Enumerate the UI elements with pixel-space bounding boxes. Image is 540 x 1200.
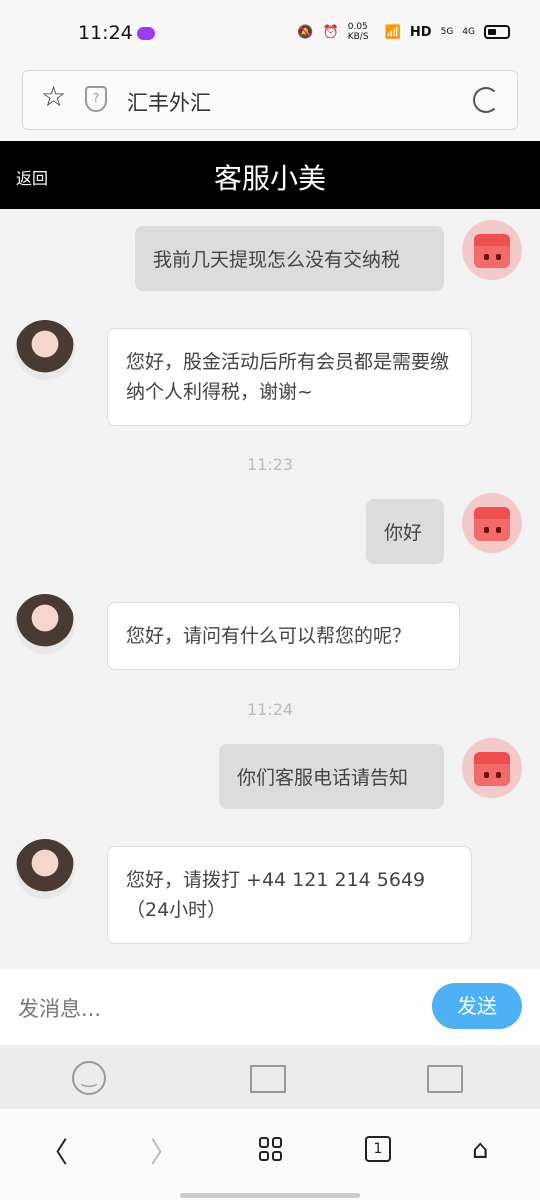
- message-text: 你好: [384, 522, 423, 544]
- mute-icon: 🔕: [297, 24, 314, 40]
- message-input-bar: 发消息... 发送: [0, 969, 540, 1045]
- my-message-bubble: 你们客服电话请告知: [219, 744, 444, 809]
- signal-4g: 4G: [462, 27, 475, 37]
- agent-avatar[interactable]: [15, 594, 75, 654]
- message-text: 你们客服电话请告知: [237, 767, 409, 789]
- agent-avatar[interactable]: [15, 320, 75, 380]
- wifi-icon: 📶: [384, 24, 401, 40]
- back-icon[interactable]: 〈: [40, 1131, 68, 1171]
- agent-message-bubble: 您好，请拨打 +44 121 214 5649（24小时）: [107, 846, 472, 944]
- forward-icon[interactable]: 〉: [150, 1131, 178, 1171]
- security-shield-icon[interactable]: ?: [85, 86, 107, 112]
- bookmark-star-icon[interactable]: ☆: [41, 83, 66, 111]
- agent-message-bubble: 您好，请问有什么可以帮您的呢？: [107, 602, 460, 670]
- emoji-icon[interactable]: [72, 1061, 106, 1095]
- my-avatar[interactable]: [462, 493, 522, 553]
- message-input[interactable]: 发消息...: [18, 993, 101, 1023]
- my-avatar[interactable]: [462, 220, 522, 280]
- menu-grid-icon[interactable]: [259, 1137, 283, 1161]
- timestamp: 11:23: [246, 455, 294, 474]
- image-icon[interactable]: [250, 1065, 286, 1093]
- agent-avatar[interactable]: [15, 839, 75, 899]
- chat-header: 返回 客服小美: [0, 141, 540, 209]
- status-icons: 🔕 ⏰ 0.05 KB/S 📶 HD 5G 4G: [297, 22, 510, 42]
- signal-5g: 5G: [440, 27, 454, 37]
- hd-label: HD: [409, 24, 432, 40]
- chat-title: 客服小美: [213, 162, 326, 195]
- my-message-bubble: 你好: [366, 499, 444, 564]
- chat-area[interactable]: 我前几天提现怎么没有交纳税 您好，股金活动后所有会员都是需要缴纳个人利得税，谢谢…: [0, 209, 540, 969]
- message-text: 您好，请拨打 +44 121 214 5649（24小时）: [126, 869, 426, 921]
- my-avatar[interactable]: [462, 738, 522, 798]
- folder-icon[interactable]: [427, 1065, 463, 1093]
- agent-message-bubble: 您好，股金活动后所有会员都是需要缴纳个人利得税，谢谢~: [107, 328, 472, 426]
- message-text: 您好，请问有什么可以帮您的呢？: [126, 625, 412, 647]
- reload-icon[interactable]: [473, 87, 499, 113]
- status-time: 11:24: [78, 22, 133, 44]
- battery-icon: [484, 25, 510, 39]
- status-bar: 11:24 🔕 ⏰ 0.05 KB/S 📶 HD 5G 4G: [0, 0, 540, 66]
- timestamp: 11:24: [246, 700, 294, 719]
- message-text: 您好，股金活动后所有会员都是需要缴纳个人利得税，谢谢~: [126, 351, 450, 403]
- browser-address-area: ☆ ? 汇丰外汇: [0, 66, 540, 142]
- send-button[interactable]: 发送: [432, 983, 522, 1029]
- alarm-icon: ⏰: [322, 24, 339, 40]
- page-title-url[interactable]: 汇丰外汇: [127, 87, 211, 117]
- my-message-bubble: 我前几天提现怎么没有交纳税: [135, 226, 444, 291]
- message-text: 我前几天提现怎么没有交纳税: [153, 249, 401, 271]
- app-notification-icon: [137, 27, 155, 40]
- home-icon[interactable]: ⌂: [472, 1135, 489, 1165]
- net-speed: 0.05 KB/S: [347, 22, 369, 42]
- address-bar[interactable]: ☆ ? 汇丰外汇: [22, 70, 518, 130]
- browser-bottom-nav: 〈 〉 1 ⌂: [0, 1109, 540, 1200]
- attachment-toolbar: [0, 1045, 540, 1109]
- gesture-handle: [180, 1193, 360, 1198]
- tabs-icon[interactable]: 1: [365, 1136, 391, 1162]
